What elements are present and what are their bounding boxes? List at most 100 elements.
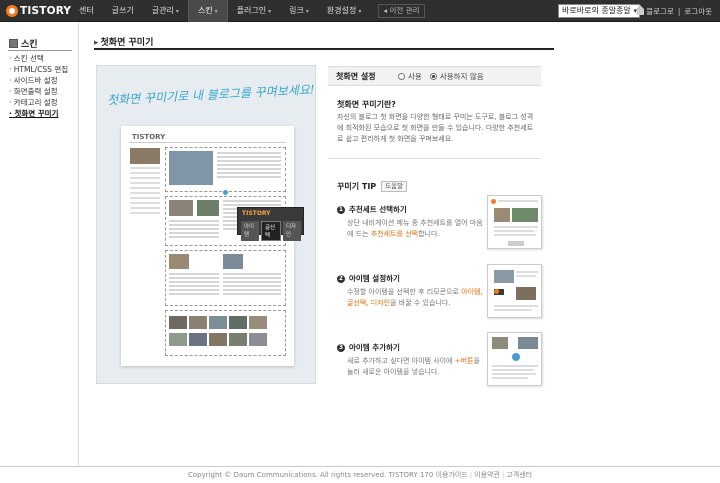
thumb-photo: [492, 337, 508, 349]
sidebar-title: 스킨: [9, 37, 38, 50]
top-bar: TISTORY 센터 글쓰기 글관리 스킨 플러그인 링크 환경설정 ◂ 이전 …: [0, 0, 720, 22]
mini-photo: [189, 316, 207, 329]
page-title: ▸ 첫화면 꾸미기: [94, 35, 153, 48]
nav-center[interactable]: 센터: [70, 0, 103, 22]
skin-icon: [9, 39, 18, 48]
mini-popup-tabs: 아이템 글선택 디자인: [241, 221, 303, 241]
mini-photo: [169, 316, 187, 329]
sidebar-item-sidebar-settings[interactable]: 사이드바 설정: [9, 75, 68, 86]
page-title-divider: [94, 48, 554, 50]
footer-sep: |: [469, 471, 473, 479]
sidebar-item-display-settings[interactable]: 화면출력 설정: [9, 86, 68, 97]
mini-photo: [229, 316, 247, 329]
nav-link[interactable]: 링크: [280, 0, 318, 22]
footer-link-support[interactable]: 고객센터: [506, 471, 532, 479]
thumb-badge-icon: [494, 289, 499, 294]
mini-profile-photo: [130, 148, 160, 164]
nav-skin[interactable]: 스킨: [187, 0, 228, 22]
thumb-photo: [494, 208, 510, 222]
mini-line: [130, 207, 160, 209]
sidebar-item-front-page[interactable]: 첫화면 꾸미기: [9, 108, 68, 119]
sidebar-item-skin-select[interactable]: 스킨 선택: [9, 53, 68, 64]
mini-text: [223, 273, 281, 297]
step-3-desc: 새로 추가하고 싶다면 아이템 사이에 +버튼을 눌러 새로운 아이템을 넣습니…: [347, 356, 487, 378]
sidebar-menu: 스킨 선택 HTML/CSS 편집 사이드바 설정 화면출력 설정 카테고리 설…: [9, 53, 68, 119]
mini-photo: [197, 200, 219, 216]
nav-posts[interactable]: 글관리: [143, 0, 188, 22]
blog-link[interactable]: 블로그로: [646, 6, 674, 17]
mini-photo: [189, 333, 207, 346]
step-1-highlight: 추천세트를 선택: [370, 230, 419, 238]
help-button[interactable]: 도움말: [381, 181, 408, 192]
bullet-icon: ▸: [94, 38, 99, 48]
tip-step-1: 1 추천세트 선택하기 상단 내비게이션 메뉴 중 추천세트를 열어 마음에 드…: [337, 204, 487, 240]
mini-photo: [169, 254, 189, 269]
step-1-desc-b: 합니다.: [418, 230, 440, 238]
thumb-line: [492, 373, 536, 375]
mini-text: [217, 152, 281, 180]
step-2-desc: 수정할 아이템을 선택한 후 리모콘으로 아이템, 글선택, 디자인을 바꿀 수…: [347, 287, 487, 309]
footer-divider: [0, 466, 720, 467]
tip-step-3: 3 아이템 추가하기 새로 추가하고 싶다면 아이템 사이에 +버튼을 눌러 새…: [337, 342, 487, 378]
step-2-number: 2: [337, 274, 345, 283]
step-3-highlight: +버튼: [454, 357, 474, 365]
tistory-logo-icon: [6, 5, 18, 17]
mini-remote-popup: TISTORY 아이템 글선택 디자인: [237, 207, 304, 241]
mini-logo: TISTORY: [132, 133, 166, 141]
step-3-thumbnail: [487, 332, 542, 386]
mini-photo: [169, 200, 193, 216]
thumb-line: [494, 305, 538, 307]
mini-line: [130, 167, 160, 169]
blog-select[interactable]: 바로바로의 종알종알 ▾: [558, 4, 640, 18]
setting-label: 첫화면 설정: [336, 71, 376, 81]
mini-photo: [169, 151, 213, 185]
step-3-number: 3: [337, 343, 345, 352]
tistory-logo[interactable]: TISTORY: [6, 4, 71, 18]
sidebar-item-category-settings[interactable]: 카테고리 설정: [9, 97, 68, 108]
thumb-line: [494, 226, 538, 228]
intro-divider: [328, 158, 541, 159]
step-2-title: 아이템 설정하기: [349, 274, 400, 283]
top-right-links: 블로그로 | 로그아웃: [636, 0, 712, 22]
thumb-badge-icon: [491, 199, 496, 204]
thumb-line: [492, 369, 534, 371]
old-admin-button[interactable]: ◂ 이전 관리: [378, 4, 425, 18]
mini-photo: [209, 333, 227, 346]
thumb-photo: [518, 337, 538, 349]
nav-settings[interactable]: 환경설정: [318, 0, 370, 22]
tip-step-2: 2 아이템 설정하기 수정할 아이템을 선택한 후 리모콘으로 아이템, 글선택…: [337, 273, 487, 309]
add-item-dot-icon: [223, 190, 228, 195]
mini-popup-title: TISTORY: [242, 210, 271, 217]
sidebar-item-html-css[interactable]: HTML/CSS 편집: [9, 64, 68, 75]
mini-photo: [229, 333, 247, 346]
mini-line: [130, 192, 160, 194]
mini-line: [130, 187, 160, 189]
mini-tab-post: 글선택: [261, 221, 281, 241]
thumb-line: [494, 230, 534, 232]
thumb-line: [494, 234, 536, 236]
thumb-line: [516, 271, 538, 273]
intro-description: 자신의 블로그 첫 화면을 다양한 형태로 꾸미는 도구로, 블로그 성격에 최…: [337, 113, 534, 143]
thumb-line: [492, 377, 528, 379]
mini-photo: [249, 316, 267, 329]
mini-text: [169, 273, 219, 297]
radio-not-use[interactable]: 사용하지 않음: [429, 71, 484, 82]
sidebar: 스킨 스킨 선택 HTML/CSS 편집 사이드바 설정 화면출력 설정 카테고…: [0, 22, 79, 466]
nav-plugin[interactable]: 플러그인: [228, 0, 280, 22]
main-nav: 센터 글쓰기 글관리 스킨 플러그인 링크 환경설정 ◂ 이전 관리: [70, 0, 425, 22]
footer-link-terms[interactable]: 이용약관: [474, 471, 500, 479]
thumb-photo: [512, 208, 538, 222]
step-2-desc-b: 을 바꿀 수 있습니다.: [390, 299, 451, 307]
radio-use[interactable]: 사용: [398, 71, 422, 82]
footer-link-guide[interactable]: 이용가이드: [436, 471, 468, 479]
step-1-thumbnail: [487, 195, 542, 249]
radio-use-label: 사용: [408, 71, 422, 81]
step-1-title: 추천세트 선택하기: [349, 205, 407, 214]
nav-write[interactable]: 글쓰기: [103, 0, 143, 22]
thumb-line: [492, 365, 538, 367]
thumb-photo: [494, 270, 514, 283]
logo-text: TISTORY: [20, 5, 72, 17]
logout-link[interactable]: 로그아웃: [684, 6, 712, 17]
footer: Copyright © Daum Communications. All rig…: [0, 470, 720, 480]
step-3-title: 아이템 추가하기: [349, 343, 400, 352]
